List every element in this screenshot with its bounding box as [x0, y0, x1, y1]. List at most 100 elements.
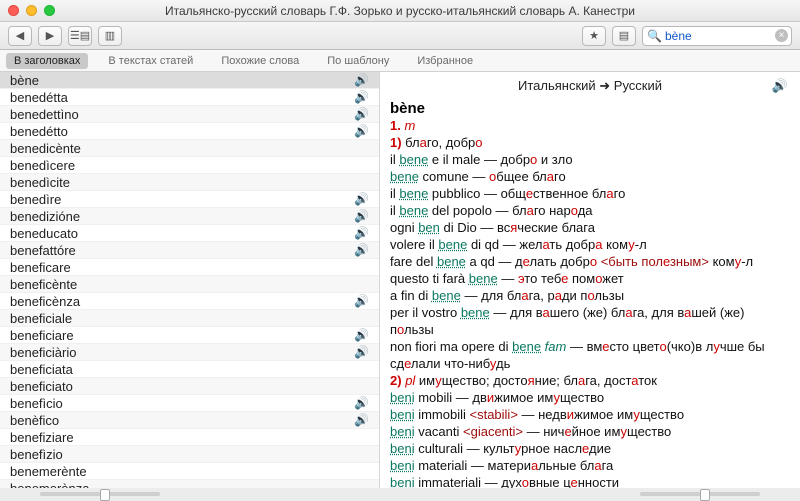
sound-icon[interactable]: 🔊 — [354, 413, 369, 427]
wordlist-word: benedìcere — [10, 158, 75, 173]
filter-tab[interactable]: В текстах статей — [100, 53, 201, 69]
article-line: beni vacanti <giacenti> — ничейное имуще… — [390, 423, 790, 440]
wordlist-word: benedizióne — [10, 209, 80, 224]
catalog-button[interactable]: ☰▤ — [68, 26, 92, 46]
article-line: fare del bene a qd — делать добро <быть … — [390, 253, 790, 270]
wordlist-row[interactable]: benedettìno 🔊 — [0, 106, 379, 123]
wordlist-row[interactable]: benedìcere — [0, 157, 379, 174]
article-line: non fiori ma opere di bene fam — вместо … — [390, 338, 790, 372]
filter-tabstrip: В заголовках В текстах статей Похожие слов… — [0, 50, 800, 72]
wordlist-word: beneducato — [10, 226, 78, 241]
wordlist-word: bène — [10, 73, 39, 88]
search-input[interactable] — [642, 26, 792, 46]
wordlist-row[interactable]: beneficènza 🔊 — [0, 293, 379, 310]
wordlist-pane[interactable]: bène🔊benedétta🔊benedettìno🔊benedétto🔊ben… — [0, 72, 380, 488]
back-button[interactable]: ◀ — [8, 26, 32, 46]
wordlist-row[interactable]: beneficènte — [0, 276, 379, 293]
sound-icon[interactable]: 🔊 — [354, 226, 369, 240]
sound-icon[interactable]: 🔊 — [354, 209, 369, 223]
sound-icon[interactable]: 🔊 — [354, 90, 369, 104]
article-direction: Итальянский ➜ Русский 🔊 — [380, 72, 800, 100]
wordlist-row[interactable]: benedizióne 🔊 — [0, 208, 379, 225]
wordlist-word: benedicènte — [10, 141, 81, 156]
wordlist-row[interactable]: benefìzio — [0, 446, 379, 463]
wordlist-word: benefattóre — [10, 243, 76, 258]
article-line: questo ti farà bene — это тебе поможет — [390, 270, 790, 287]
right-zoom-slider[interactable] — [640, 492, 760, 496]
sound-icon[interactable]: 🔊 — [354, 107, 369, 121]
sound-icon[interactable]: 🔊 — [354, 294, 369, 308]
wordlist-word: benemerènte — [10, 464, 87, 479]
wordlist-row[interactable]: bène 🔊 — [0, 72, 379, 89]
wordlist-word: benedìcite — [10, 175, 70, 190]
wordlist-word: beneficiàrio — [10, 345, 77, 360]
wordlist-row[interactable]: benedétto🔊 — [0, 123, 379, 140]
speak-icon[interactable]: 🔊 — [772, 78, 788, 94]
filter-tab[interactable]: Избранное — [409, 53, 481, 69]
forward-button[interactable]: ▶ — [38, 26, 62, 46]
wordlist-word: beneficare — [10, 260, 71, 275]
search-wrap: 🔍 × — [642, 26, 792, 46]
article-line: a fin di bene — для блага, ради пользы — [390, 287, 790, 304]
sound-icon[interactable]: 🔊 — [354, 124, 369, 138]
window-titlebar: Итальянско-русский словарь Г.Ф. Зорько и… — [0, 0, 800, 22]
wordlist-word: beneficiato — [10, 379, 73, 394]
article-pane[interactable]: Итальянский ➜ Русский 🔊 bène 1. m1) благ… — [380, 72, 800, 488]
wordlist-word: beneficiare — [10, 328, 74, 343]
wordlist-row[interactable]: beneficiare 🔊 — [0, 327, 379, 344]
article-line: per il vostro bene — для вашего (же) бла… — [390, 304, 790, 338]
clear-search-icon[interactable]: × — [775, 29, 788, 42]
sound-icon[interactable]: 🔊 — [354, 345, 369, 359]
headword: bène — [380, 100, 800, 117]
article-body: 1. m1) благо, доброil bene e il male — д… — [380, 117, 800, 488]
wordlist-word: beneficènte — [10, 277, 77, 292]
article-line: 1. m — [390, 117, 790, 134]
wordlist-row[interactable]: benedicènte — [0, 140, 379, 157]
view-mode-button[interactable]: ▤ — [612, 26, 636, 46]
wordlist-row[interactable]: beneficiata — [0, 361, 379, 378]
wordlist-row[interactable]: beneficiato — [0, 378, 379, 395]
wordlist-row[interactable]: benefattóre 🔊 — [0, 242, 379, 259]
wordlist-row[interactable]: beneducato 🔊 — [0, 225, 379, 242]
wordlist-row[interactable]: benemerènza — [0, 480, 379, 488]
article-line: bene comune — общее благо — [390, 168, 790, 185]
sound-icon[interactable]: 🔊 — [354, 192, 369, 206]
minimize-window-button[interactable] — [26, 5, 37, 16]
filter-tab[interactable]: Похожие слова — [213, 53, 307, 69]
wordlist-word: beneficiata — [10, 362, 73, 377]
wordlist-row[interactable]: benedìre 🔊 — [0, 191, 379, 208]
wordlist-row[interactable]: beneficiale — [0, 310, 379, 327]
article-line: beni immateriali — духовные ценности — [390, 474, 790, 488]
sound-icon[interactable]: 🔊 — [354, 243, 369, 257]
close-window-button[interactable] — [8, 5, 19, 16]
wordlist-word: beneficiale — [10, 311, 72, 326]
sound-icon[interactable]: 🔊 — [354, 328, 369, 342]
wordlist-word: benefiziare — [10, 430, 74, 445]
article-line: ogni ben di Dio — всяческие блага — [390, 219, 790, 236]
traffic-lights — [8, 5, 55, 16]
zoom-window-button[interactable] — [44, 5, 55, 16]
article-line: beni materiali — материальные блага — [390, 457, 790, 474]
wordlist-row[interactable]: benemerènte — [0, 463, 379, 480]
wordlist-row[interactable]: benedìcite — [0, 174, 379, 191]
dictionaries-button[interactable]: ▥ — [98, 26, 122, 46]
article-line: beni culturali — культурное наследие — [390, 440, 790, 457]
wordlist-row[interactable]: benèfico 🔊 — [0, 412, 379, 429]
favorite-button[interactable]: ★ — [582, 26, 606, 46]
wordlist-row[interactable]: beneficare — [0, 259, 379, 276]
wordlist-row[interactable]: benefìcio🔊 — [0, 395, 379, 412]
filter-tab[interactable]: По шаблону — [319, 53, 397, 69]
sound-icon[interactable]: 🔊 — [354, 396, 369, 410]
wordlist-word: benedettìno — [10, 107, 79, 122]
filter-tab[interactable]: В заголовках — [6, 53, 88, 69]
wordlist-row[interactable]: benedétta🔊 — [0, 89, 379, 106]
left-zoom-slider[interactable] — [40, 492, 160, 496]
wordlist-word: beneficènza — [10, 294, 80, 309]
article-line: beni immobili <stabili> — недвижимое иму… — [390, 406, 790, 423]
wordlist-word: benedìre — [10, 192, 61, 207]
direction-label: Итальянский ➜ Русский — [518, 78, 662, 93]
sound-icon[interactable]: 🔊 — [354, 73, 369, 87]
wordlist-row[interactable]: beneficiàrio 🔊 — [0, 344, 379, 361]
wordlist-row[interactable]: benefiziare — [0, 429, 379, 446]
wordlist-word: benèfico — [10, 413, 59, 428]
